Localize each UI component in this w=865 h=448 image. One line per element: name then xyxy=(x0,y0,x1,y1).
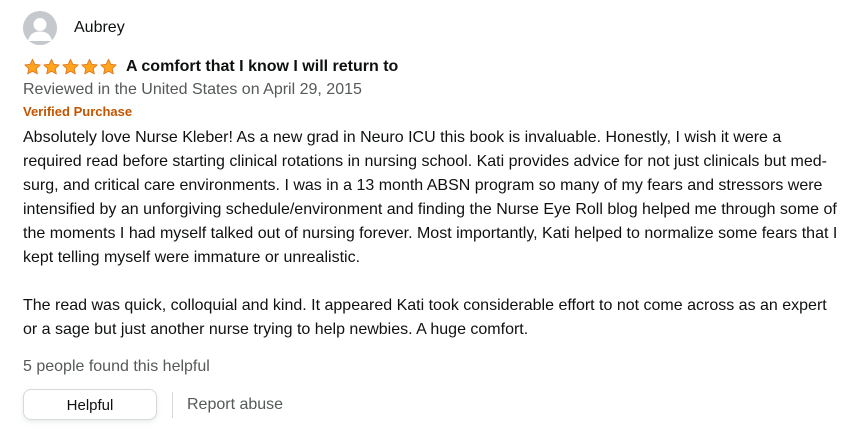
star-filled-icon xyxy=(81,58,98,75)
reviewer-profile[interactable]: Aubrey xyxy=(23,10,843,46)
star-rating[interactable] xyxy=(23,58,118,76)
verified-purchase-badge: Verified Purchase xyxy=(23,104,133,119)
star-filled-icon xyxy=(100,58,117,75)
star-filled-icon xyxy=(43,58,60,75)
review-date: Reviewed in the United States on April 2… xyxy=(23,81,362,98)
default-user-avatar-icon xyxy=(23,11,57,45)
review-paragraph: Absolutely love Nurse Kleber! As a new g… xyxy=(23,129,838,266)
review-paragraph: The read was quick, colloquial and kind.… xyxy=(23,297,827,338)
review-title-row: A comfort that I know I will return to xyxy=(23,56,843,78)
reviewer-name[interactable]: Aubrey xyxy=(74,19,125,37)
review-title[interactable]: A comfort that I know I will return to xyxy=(126,58,398,76)
helpful-count: 5 people found this helpful xyxy=(23,358,210,375)
review-card: Aubrey A comfort that I know I will retu… xyxy=(23,10,843,420)
star-filled-icon xyxy=(24,58,41,75)
divider xyxy=(172,391,173,418)
review-actions: Helpful Report abuse xyxy=(23,389,843,420)
review-body: Absolutely love Nurse Kleber! As a new g… xyxy=(23,126,843,342)
star-filled-icon xyxy=(62,58,79,75)
helpful-button[interactable]: Helpful xyxy=(23,389,157,420)
report-abuse-link[interactable]: Report abuse xyxy=(187,396,283,414)
